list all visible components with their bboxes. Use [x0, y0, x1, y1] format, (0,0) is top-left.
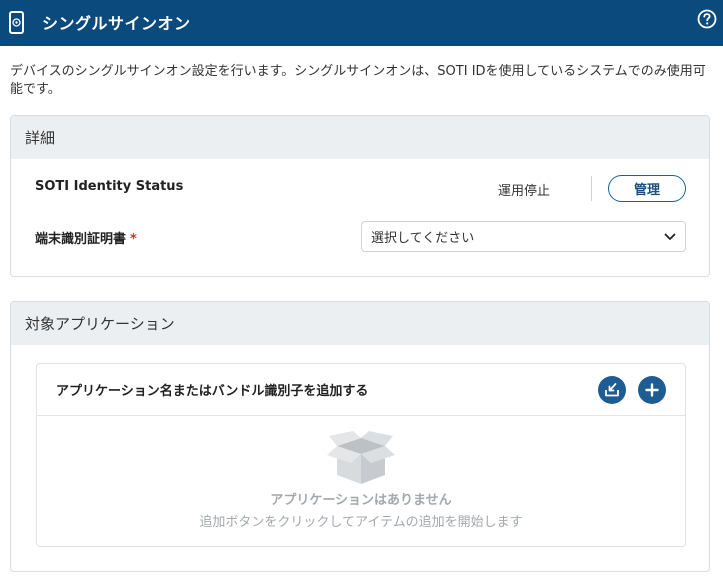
app-header: シングルサインオン [0, 0, 723, 46]
page-description: デバイスのシングルサインオン設定を行います。シングルサインオンは、SOTI ID… [10, 64, 706, 97]
target-apps-card: 対象アプリケーション アプリケーション名またはバンドル識別子を追加する アプリケ… [10, 301, 710, 572]
apps-heading: 対象アプリケーション [11, 302, 709, 345]
import-button[interactable] [598, 376, 626, 404]
apps-list-panel: アプリケーション名またはバンドル識別子を追加する アプリケーションはありません … [36, 363, 686, 547]
details-card: 詳細 SOTI Identity Status 運用停止 管理 端末識別証明書 *… [10, 115, 710, 277]
divider [591, 176, 592, 201]
add-app-button[interactable] [638, 376, 666, 404]
certificate-select-value: 選択してください [371, 231, 475, 246]
phone-sso-icon [9, 11, 24, 34]
identity-status-label: SOTI Identity Status [35, 179, 184, 194]
empty-state-title: アプリケーションはありません [270, 493, 452, 508]
details-heading: 詳細 [11, 116, 709, 159]
manage-button[interactable]: 管理 [608, 175, 686, 202]
empty-state-subtitle: 追加ボタンをクリックしてアイテムの追加を開始します [199, 515, 523, 530]
plus-icon [645, 383, 659, 397]
required-mark: * [130, 232, 137, 247]
empty-box-icon [327, 431, 395, 484]
identity-status-value: 運用停止 [498, 184, 551, 199]
chevron-down-icon [664, 233, 676, 240]
import-tray-icon [605, 383, 619, 397]
page-title: シングルサインオン [42, 14, 191, 33]
certificate-label: 端末識別証明書 * [35, 228, 137, 247]
certificate-select[interactable]: 選択してください [361, 221, 686, 252]
apps-list-header: アプリケーション名またはバンドル識別子を追加する [37, 364, 685, 416]
certificate-label-text: 端末識別証明書 [35, 232, 127, 247]
help-circle-icon[interactable] [697, 9, 717, 29]
